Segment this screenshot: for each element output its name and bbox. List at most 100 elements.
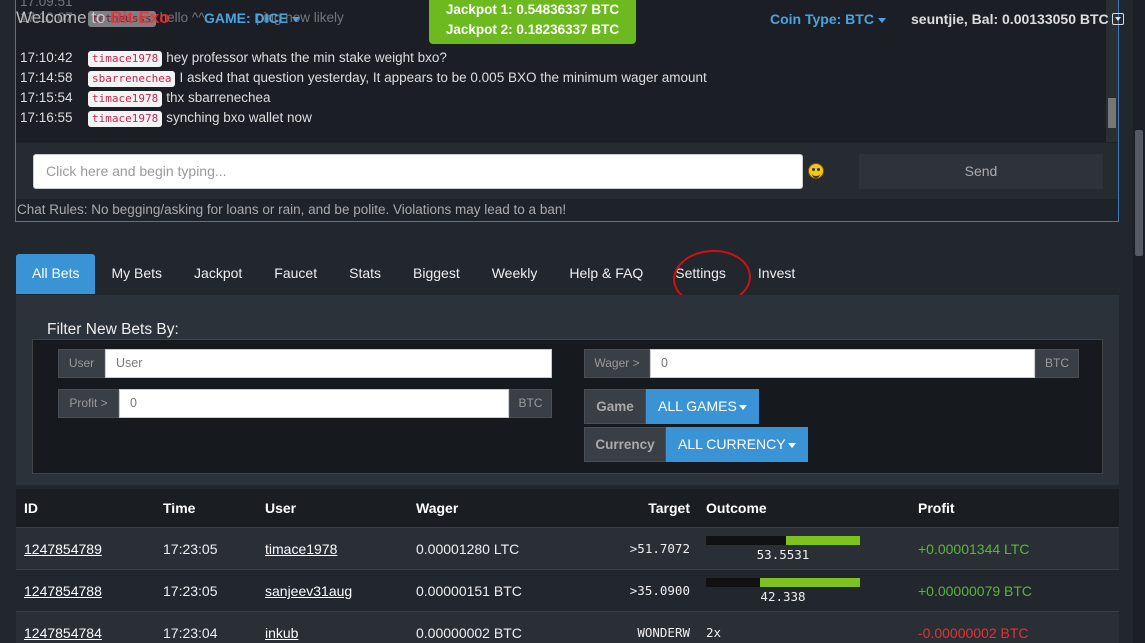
- coin-type-label: Coin Type: BTC: [770, 11, 874, 27]
- bet-profit: -0.00000002 BTC: [918, 625, 1029, 641]
- brand-logo[interactable]: Bit-Exo: [110, 8, 170, 27]
- game-filter-label: Game: [584, 389, 646, 424]
- bet-user-link[interactable]: timace1978: [265, 528, 337, 569]
- jackpot-1: Jackpot 1: 0.54836337 BTC: [445, 2, 620, 17]
- bet-outcome: 42.338: [760, 589, 806, 604]
- chat-username[interactable]: timace1978: [88, 91, 163, 107]
- outcome-bar-win-zone: [760, 578, 860, 587]
- filter-panel: Filter New Bets By: User User Profit > 0…: [16, 295, 1119, 485]
- table-row: 1247854784 17:23:04 inkub 0.00000002 BTC…: [16, 611, 1119, 643]
- chat-message: 17:16:55 timace1978 synching bxo wallet no…: [20, 108, 312, 127]
- tab-weekly[interactable]: Weekly: [476, 254, 554, 294]
- filter-title: Filter New Bets By:: [47, 321, 179, 338]
- game-selector[interactable]: GAME: DICE: [204, 10, 300, 26]
- header-outcome: Outcome: [706, 500, 767, 516]
- bet-id-link[interactable]: 1247854788: [24, 570, 102, 611]
- chat-timestamp: 17:10:42: [20, 50, 73, 65]
- bet-id-link[interactable]: 1247854789: [24, 528, 102, 569]
- welcome-text: Welcome to Bit-Exo: [16, 8, 170, 28]
- header-target: Target: [648, 500, 690, 516]
- chat-text: hey professor whats the min stake weight…: [166, 50, 447, 65]
- tab-my-bets[interactable]: My Bets: [95, 254, 178, 294]
- tab-stats[interactable]: Stats: [333, 254, 397, 294]
- bet-time: 17:23:04: [163, 625, 218, 641]
- bet-target: >35.0900: [629, 583, 690, 598]
- bet-user-link[interactable]: sanjeev31aug: [265, 570, 352, 611]
- chevron-down-icon: [787, 442, 796, 448]
- bet-outcome: 53.5531: [756, 547, 810, 562]
- chat-input[interactable]: Click here and begin typing...: [33, 154, 803, 189]
- currency-filter-dropdown[interactable]: ALL CURRENCY: [666, 427, 808, 462]
- header-profit: Profit: [918, 500, 955, 516]
- emoji-icon[interactable]: [808, 163, 824, 179]
- user-balance-menu[interactable]: seuntjie, Bal: 0.00133050 BTC: [911, 11, 1124, 27]
- chat-rules: Chat Rules: No begging/asking for loans …: [17, 202, 567, 217]
- header-time: Time: [163, 500, 196, 516]
- bet-profit: +0.00001344 LTC: [918, 541, 1030, 557]
- chat-username[interactable]: sbarrenechea: [88, 71, 176, 87]
- chat-message: 17:15:54 timace1978 thx sbarrenechea: [20, 88, 271, 107]
- chat-message: 17:10:42 timace1978 hey professor whats th…: [20, 48, 447, 67]
- coin-type-selector[interactable]: Coin Type: BTC: [770, 11, 886, 27]
- chat-text: thx sbarrenechea: [166, 90, 271, 105]
- game-filter-value: ALL GAMES: [658, 398, 737, 414]
- wager-filter-addon: Wager >: [584, 349, 650, 378]
- page-scrollbar-thumb[interactable]: [1135, 130, 1143, 256]
- tab-jackpot[interactable]: Jackpot: [178, 254, 258, 294]
- chat-timestamp: 17:16:55: [20, 110, 73, 125]
- bet-time: 17:23:05: [163, 541, 218, 557]
- table-row: 1247854789 17:23:05 timace1978 0.0000128…: [16, 527, 1119, 569]
- header-id: ID: [24, 500, 38, 516]
- balance-text: seuntjie, Bal: 0.00133050 BTC: [911, 11, 1109, 27]
- bet-wager: 0.00000002 BTC: [416, 625, 522, 641]
- chat-scrollbar-thumb[interactable]: [1108, 98, 1116, 128]
- wager-unit-addon: BTC: [1035, 349, 1079, 378]
- bet-outcome: 2x: [706, 625, 722, 640]
- game-filter-dropdown[interactable]: ALL GAMES: [646, 389, 759, 424]
- jackpot-banner: Jackpot 1: 0.54836337 BTC Jackpot 2: 0.1…: [429, 0, 636, 44]
- chat-message: 17:14:58 sbarrenechea I asked that questio…: [20, 68, 707, 87]
- chat-text: I asked that question yesterday, It appe…: [179, 70, 707, 85]
- tab-faucet[interactable]: Faucet: [258, 254, 333, 294]
- profit-filter-addon: Profit >: [58, 389, 119, 418]
- bet-time: 17:23:05: [163, 583, 218, 599]
- tab-invest[interactable]: Invest: [742, 254, 811, 294]
- chat-timestamp: 17:14:58: [20, 70, 73, 85]
- chevron-down-icon: [292, 16, 300, 22]
- dropdown-box-icon: [1111, 13, 1124, 25]
- filter-form: User User Profit > 0 BTC Wager > 0 BTC G…: [32, 339, 1103, 474]
- header-wager: Wager: [416, 500, 459, 516]
- bet-target: >51.7072: [629, 541, 690, 556]
- outcome-bar-win-zone: [786, 536, 860, 545]
- table-header: ID Time User Wager Target Outcome Profit: [16, 489, 1119, 527]
- user-filter-input[interactable]: User: [105, 349, 552, 378]
- bet-target: WONDERW: [637, 625, 690, 640]
- chat-input-row: Click here and begin typing... Send: [16, 143, 1118, 199]
- jackpot-2: Jackpot 2: 0.18236337 BTC: [445, 22, 620, 37]
- tab-biggest[interactable]: Biggest: [397, 254, 476, 294]
- tab-all-bets[interactable]: All Bets: [16, 254, 96, 294]
- welcome-prefix: Welcome to: [16, 8, 106, 27]
- send-button[interactable]: Send: [859, 154, 1103, 189]
- wager-filter-input[interactable]: 0: [650, 349, 1035, 378]
- currency-filter-value: ALL CURRENCY: [678, 436, 786, 452]
- bet-user-link[interactable]: inkub: [265, 612, 298, 643]
- currency-filter-label: Currency: [584, 427, 666, 462]
- bets-table: ID Time User Wager Target Outcome Profit…: [16, 489, 1119, 643]
- bet-wager: 0.00001280 LTC: [416, 541, 520, 557]
- profit-filter-input[interactable]: 0: [119, 389, 509, 418]
- chat-timestamp: 17:15:54: [20, 90, 73, 105]
- chevron-down-icon: [738, 404, 747, 410]
- bet-wager: 0.00000151 BTC: [416, 583, 522, 599]
- tab-help-faq[interactable]: Help & FAQ: [553, 254, 659, 294]
- outcome-bar: [706, 578, 860, 587]
- table-row: 1247854788 17:23:05 sanjeev31aug 0.00000…: [16, 569, 1119, 611]
- bet-profit: +0.00000079 BTC: [918, 583, 1033, 599]
- chevron-down-icon: [877, 17, 886, 23]
- chat-username[interactable]: timace1978: [88, 111, 163, 127]
- chat-username[interactable]: timace1978: [88, 51, 163, 67]
- outcome-bar: [706, 536, 860, 545]
- user-filter-addon: User: [58, 349, 105, 378]
- page-scrollbar[interactable]: [1133, 0, 1145, 643]
- bet-id-link[interactable]: 1247854784: [24, 612, 102, 643]
